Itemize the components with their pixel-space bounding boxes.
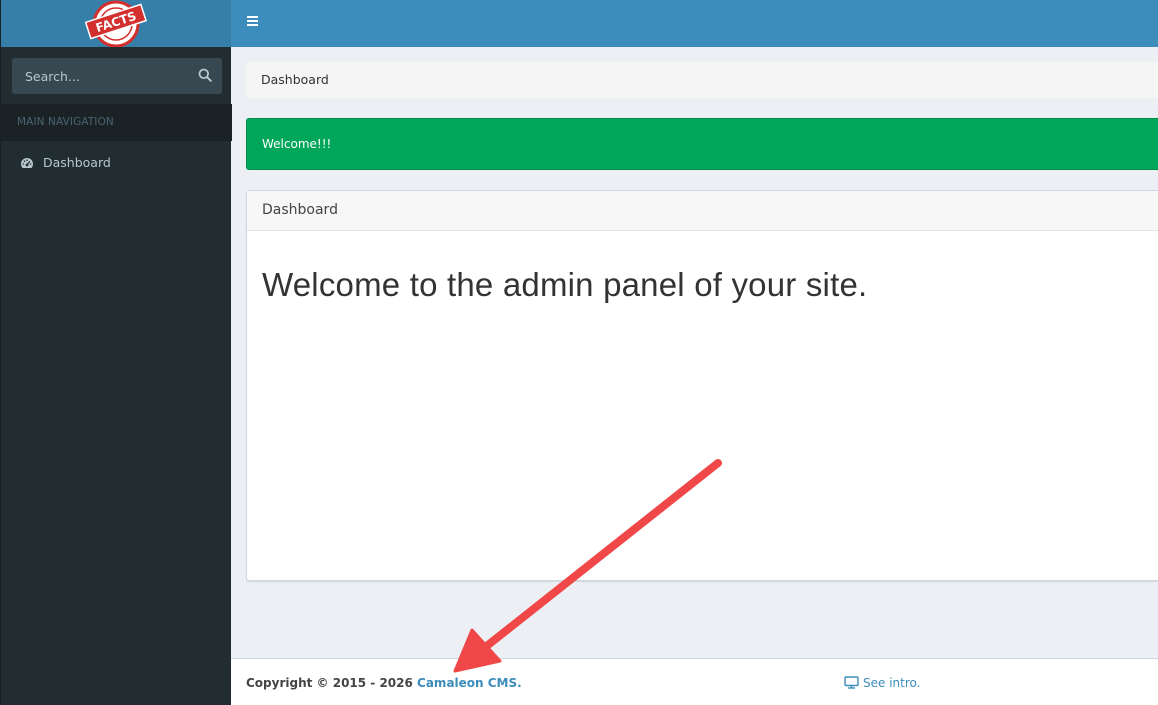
welcome-alert: Welcome!!!: [246, 118, 1158, 170]
breadcrumb: Dashboard: [246, 62, 1158, 98]
hamburger-icon[interactable]: [247, 16, 259, 28]
sidebar-item-dashboard[interactable]: Dashboard: [1, 145, 232, 181]
search-icon: [198, 68, 212, 82]
panel-title: Dashboard: [247, 191, 1158, 231]
monitor-icon: [844, 676, 859, 689]
panel-welcome-text: Welcome to the admin panel of your site.: [262, 266, 868, 303]
dashboard-panel: Dashboard Welcome to the admin panel of …: [246, 190, 1158, 581]
search-input[interactable]: [12, 58, 187, 94]
breadcrumb-item-dashboard[interactable]: Dashboard: [261, 72, 329, 87]
facts-logo[interactable]: FACTS: [85, 0, 147, 47]
logo-bar[interactable]: FACTS: [1, 0, 232, 47]
dashboard-icon: [20, 158, 34, 168]
top-navbar: [231, 0, 1158, 47]
sidebar-item-label: Dashboard: [43, 155, 111, 170]
search-button[interactable]: [196, 67, 214, 85]
search-box: [12, 58, 222, 94]
camaleon-cms-link[interactable]: Camaleon CMS.: [417, 676, 522, 690]
sidebar: FACTS MAIN NAVIGATION Dashboard: [0, 0, 232, 705]
copyright-label: Copyright © 2015 - 2026: [246, 676, 418, 690]
footer: Copyright © 2015 - 2026 Camaleon CMS. Se…: [231, 658, 1158, 705]
main-navigation-header: MAIN NAVIGATION: [1, 104, 232, 141]
alert-message: Welcome!!!: [262, 137, 332, 151]
see-intro-link[interactable]: See intro.: [844, 676, 920, 690]
see-intro-label: See intro.: [863, 676, 921, 690]
copyright-text: Copyright © 2015 - 2026 Camaleon CMS.: [246, 676, 522, 690]
